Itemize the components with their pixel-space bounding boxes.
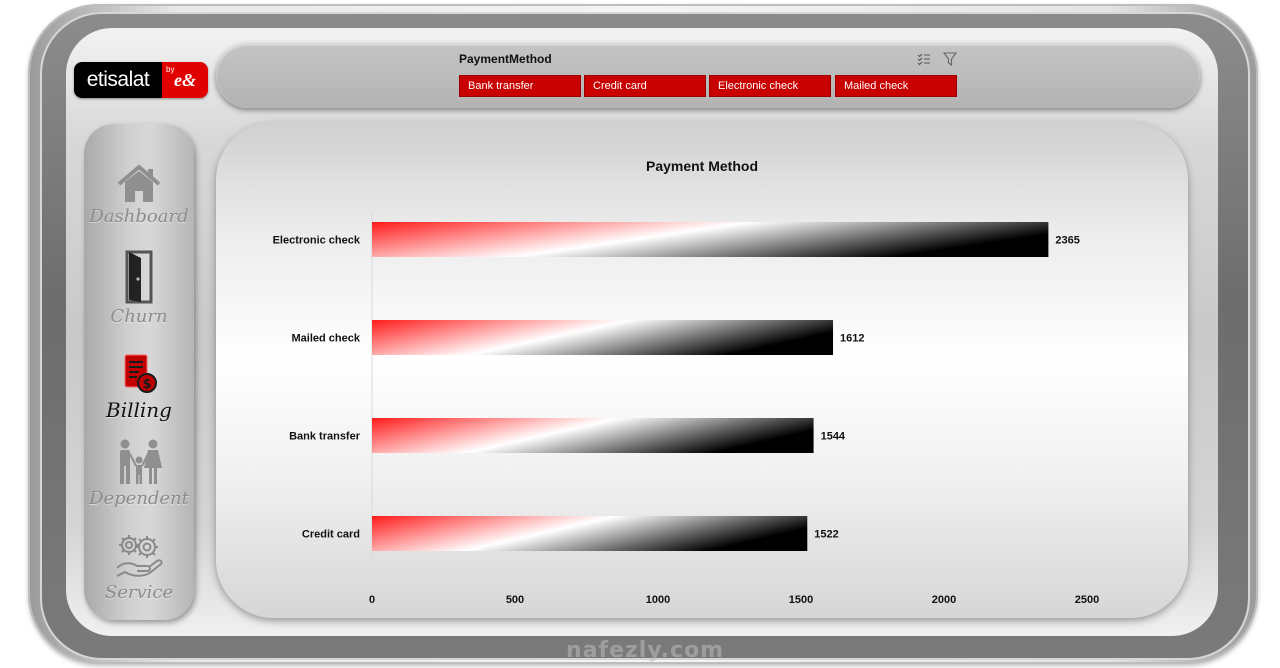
category-label-mailed-check: Mailed check bbox=[292, 333, 361, 345]
brand-badge-mark: e& bbox=[174, 69, 196, 90]
service-gears-icon bbox=[116, 535, 163, 577]
bar-mailed-check[interactable] bbox=[372, 320, 834, 355]
bar-electronic-check[interactable] bbox=[372, 222, 1049, 257]
slicer-option-credit-card[interactable]: Credit card bbox=[584, 75, 706, 97]
nav-label-service: Service bbox=[104, 582, 174, 603]
nav-label-dashboard: Dashboard bbox=[89, 206, 189, 227]
bar-credit-card[interactable] bbox=[372, 516, 808, 551]
nav-item-service[interactable]: Service bbox=[84, 532, 194, 603]
slicer-option-electronic-check[interactable]: Electronic check bbox=[709, 75, 831, 97]
slicer-panel bbox=[216, 44, 1200, 108]
x-tick-1500: 1500 bbox=[789, 594, 813, 606]
watermark: nafezly.com bbox=[566, 638, 725, 663]
nav-item-dashboard[interactable]: Dashboard bbox=[84, 164, 194, 227]
nav-item-churn[interactable]: Churn bbox=[84, 250, 194, 327]
data-label-credit-card: 1522 bbox=[814, 529, 838, 541]
family-icon bbox=[120, 439, 162, 484]
multi-select-icon[interactable] bbox=[917, 52, 931, 66]
category-label-bank-transfer: Bank transfer bbox=[289, 431, 361, 443]
clear-filter-icon[interactable] bbox=[943, 52, 957, 66]
nav-label-billing: Billing bbox=[106, 398, 172, 422]
data-label-bank-transfer: 1544 bbox=[821, 431, 846, 443]
slicer-option-mailed-check[interactable]: Mailed check bbox=[835, 75, 957, 97]
nav-label-dependent: Dependent bbox=[89, 488, 189, 509]
data-label-electronic-check: 2365 bbox=[1055, 235, 1079, 247]
brand-badge: by e& bbox=[162, 62, 208, 98]
x-tick-1000: 1000 bbox=[646, 594, 670, 606]
slicer-title: PaymentMethod bbox=[459, 52, 552, 66]
bar-bank-transfer[interactable] bbox=[372, 418, 814, 453]
data-label-mailed-check: 1612 bbox=[840, 333, 864, 345]
x-tick-2000: 2000 bbox=[932, 594, 956, 606]
brand-logo: etisalat by e& bbox=[74, 62, 208, 98]
svg-text:$: $ bbox=[142, 377, 151, 392]
brand-badge-by: by bbox=[166, 65, 175, 74]
category-label-electronic-check: Electronic check bbox=[273, 235, 361, 247]
x-tick-500: 500 bbox=[506, 594, 524, 606]
nav-item-billing[interactable]: $ Billing bbox=[84, 352, 194, 422]
category-label-credit-card: Credit card bbox=[302, 529, 360, 541]
slicer-option-bank-transfer[interactable]: Bank transfer bbox=[459, 75, 581, 97]
door-icon bbox=[125, 250, 153, 304]
billing-icon: $ bbox=[124, 354, 157, 393]
nav-label-churn: Churn bbox=[110, 306, 168, 327]
payment-method-bar-chart: Electronic check 2365 Mailed check 1612 Bank… bbox=[273, 212, 1099, 606]
nav-item-dependent[interactable]: Dependent bbox=[84, 438, 194, 509]
home-icon bbox=[117, 164, 161, 202]
brand-name: etisalat bbox=[74, 62, 162, 98]
x-tick-0: 0 bbox=[369, 594, 375, 606]
x-tick-2500: 2500 bbox=[1075, 594, 1099, 606]
